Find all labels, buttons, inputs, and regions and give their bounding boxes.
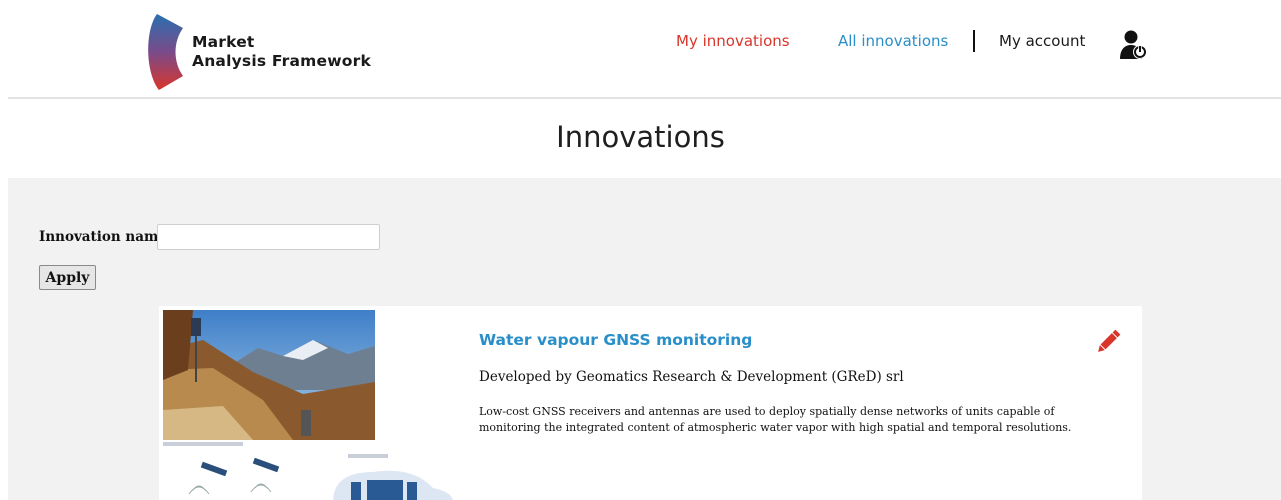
brand-name[interactable]: Market Analysis Framework <box>192 33 371 71</box>
innovation-name-label: Innovation name <box>39 229 167 245</box>
page-title: Innovations <box>556 120 725 154</box>
innovation-image[interactable] <box>163 310 453 500</box>
header-divider <box>8 97 1281 99</box>
nav-all-innovations[interactable]: All innovations <box>838 32 948 50</box>
apply-button[interactable]: Apply <box>39 265 96 290</box>
architecture-diagram <box>163 442 453 500</box>
logo-icon[interactable] <box>143 14 183 90</box>
innovation-developer: Developed by Geomatics Research & Develo… <box>479 369 904 385</box>
nav-my-account[interactable]: My account <box>999 32 1085 50</box>
nav-my-innovations[interactable]: My innovations <box>676 32 790 50</box>
nav-divider <box>973 30 975 52</box>
innovation-description: Low-cost GNSS receivers and antennas are… <box>479 405 1072 434</box>
brand-line-2: Analysis Framework <box>192 52 371 70</box>
innovation-name-input[interactable] <box>157 224 380 250</box>
pencil-icon[interactable] <box>1095 329 1121 355</box>
site-header: Market Analysis Framework My innovations… <box>0 0 1281 100</box>
landscape-photo <box>163 310 375 440</box>
brand-line-1: Market <box>192 33 255 51</box>
innovation-title-link[interactable]: Water vapour GNSS monitoring <box>479 331 752 349</box>
user-power-icon[interactable] <box>1120 29 1148 61</box>
